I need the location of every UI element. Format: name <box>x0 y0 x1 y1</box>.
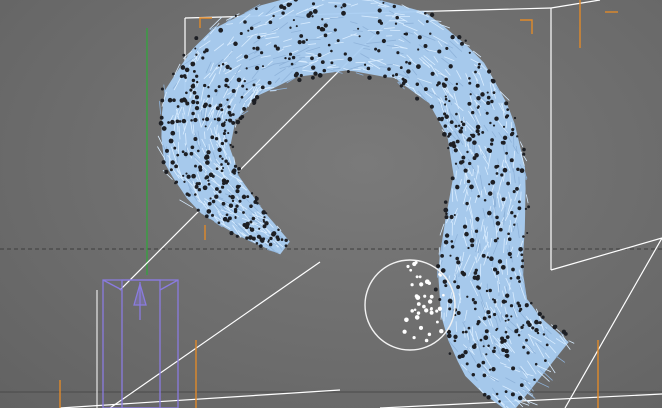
3d-viewport[interactable] <box>0 0 662 408</box>
viewport-scene[interactable] <box>0 0 662 408</box>
fur-curl-mesh[interactable] <box>157 0 575 408</box>
